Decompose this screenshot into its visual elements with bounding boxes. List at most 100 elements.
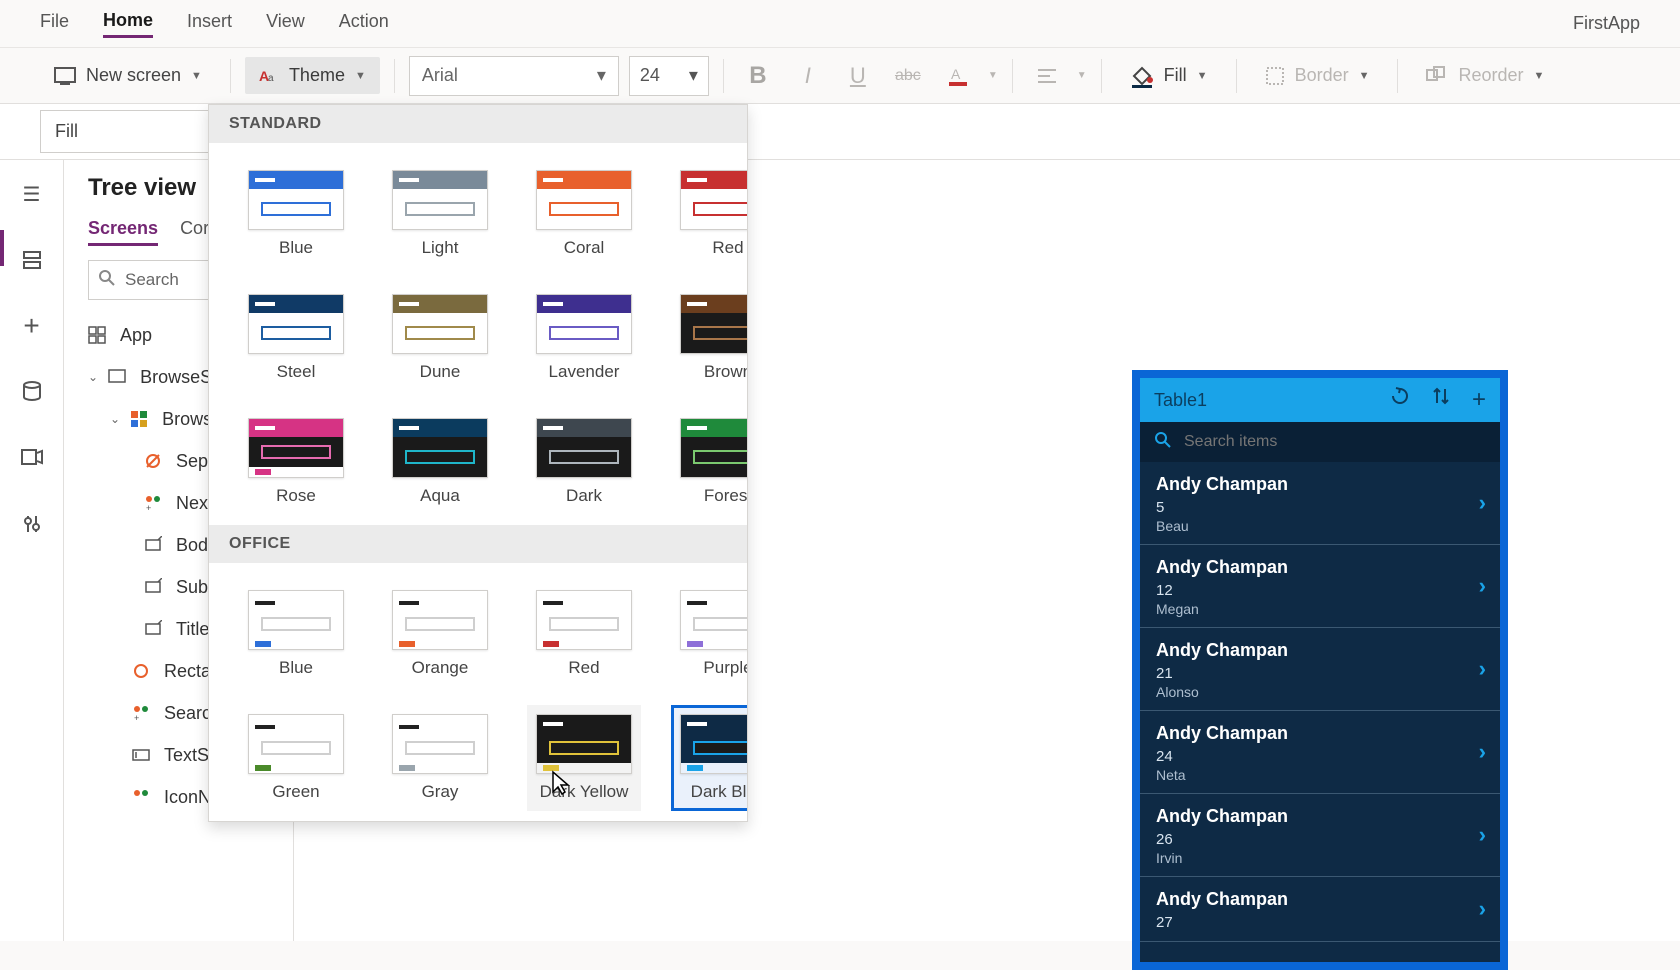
theme-option[interactable]: Steel xyxy=(239,285,353,391)
reorder-icon xyxy=(1426,66,1448,86)
tab-screens[interactable]: Screens xyxy=(88,218,158,246)
align-button[interactable] xyxy=(1027,56,1067,96)
menu-home[interactable]: Home xyxy=(103,10,153,38)
fill-button[interactable]: Fill ▼ xyxy=(1116,56,1222,96)
theme-option[interactable]: Dune xyxy=(383,285,497,391)
chevron-right-icon: › xyxy=(1479,896,1486,922)
underline-button[interactable]: U xyxy=(838,56,878,96)
separator xyxy=(1236,59,1237,93)
tree-item-label: Bod xyxy=(176,535,208,556)
theme-option[interactable]: Red xyxy=(527,581,641,687)
theme-swatch xyxy=(392,418,488,478)
theme-option[interactable]: Red xyxy=(671,161,748,267)
theme-button[interactable]: Aa Theme ▼ xyxy=(245,57,380,94)
data-icon[interactable] xyxy=(0,374,64,410)
preview-row[interactable]: Andy Champan21Alonso› xyxy=(1140,628,1500,711)
theme-option[interactable]: Dark xyxy=(527,409,641,515)
theme-swatch xyxy=(680,590,748,650)
reorder-button[interactable]: Reorder ▼ xyxy=(1412,57,1558,94)
theme-option[interactable]: Rose xyxy=(239,409,353,515)
chevron-down-icon[interactable]: ▼ xyxy=(988,70,998,81)
theme-name: Coral xyxy=(564,238,605,258)
sort-icon[interactable] xyxy=(1432,386,1450,414)
chevron-down-icon[interactable]: ▼ xyxy=(1077,70,1087,81)
font-size-select[interactable]: 24 ▾ xyxy=(629,56,709,96)
theme-swatch xyxy=(536,418,632,478)
tree-view-icon[interactable] xyxy=(0,242,64,278)
theme-option[interactable]: Orange xyxy=(383,581,497,687)
bold-button[interactable]: B xyxy=(738,56,778,96)
preview-header: Table1 + xyxy=(1140,378,1500,422)
chevron-right-icon: › xyxy=(1479,573,1486,599)
theme-name: Dark Blue xyxy=(691,782,748,802)
theme-option[interactable]: Blue xyxy=(239,581,353,687)
media-icon[interactable] xyxy=(0,440,64,476)
menu-file[interactable]: File xyxy=(40,11,69,36)
theme-option[interactable]: Brown xyxy=(671,285,748,391)
add-icon[interactable]: + xyxy=(1472,386,1486,414)
theme-option[interactable]: Green xyxy=(239,705,353,811)
theme-option[interactable]: Gray xyxy=(383,705,497,811)
theme-swatch xyxy=(392,714,488,774)
theme-name: Blue xyxy=(279,238,313,258)
theme-option[interactable]: Aqua xyxy=(383,409,497,515)
row-number: 27 xyxy=(1156,914,1484,931)
row-name: Andy Champan xyxy=(1156,474,1484,495)
svg-text:+: + xyxy=(146,503,151,512)
menu-insert[interactable]: Insert xyxy=(187,11,232,36)
theme-option[interactable]: Blue xyxy=(239,161,353,267)
theme-option[interactable]: Dark Blue xyxy=(671,705,748,811)
theme-section-header: STANDARD xyxy=(209,105,747,143)
theme-name: Gray xyxy=(422,782,459,802)
chevron-right-icon: › xyxy=(1479,822,1486,848)
row-subtitle: Beau xyxy=(1156,518,1484,534)
separator xyxy=(723,59,724,93)
font-size-value: 24 xyxy=(640,65,660,86)
new-screen-button[interactable]: New screen ▼ xyxy=(40,57,216,94)
reorder-label: Reorder xyxy=(1458,65,1523,86)
theme-swatch xyxy=(392,590,488,650)
theme-dropdown: STANDARD Blue Light Coral Red Steel Dune Lavend… xyxy=(208,104,748,822)
menu-action[interactable]: Action xyxy=(339,11,389,36)
theme-swatch xyxy=(680,418,748,478)
theme-option[interactable]: Light xyxy=(383,161,497,267)
preview-row[interactable]: Andy Champan27› xyxy=(1140,877,1500,942)
hamburger-icon[interactable]: ☰ xyxy=(0,176,64,212)
theme-name: Blue xyxy=(279,658,313,678)
tab-components[interactable]: Cor xyxy=(180,218,209,246)
menu-view[interactable]: View xyxy=(266,11,305,36)
border-button[interactable]: Border ▼ xyxy=(1251,57,1384,94)
chevron-down-icon: ▼ xyxy=(355,70,366,82)
row-name: Andy Champan xyxy=(1156,723,1484,744)
row-number: 21 xyxy=(1156,665,1484,682)
insert-icon[interactable]: + xyxy=(0,308,64,344)
font-family-select[interactable]: Arial ▾ xyxy=(409,56,619,96)
theme-option[interactable]: Coral xyxy=(527,161,641,267)
refresh-icon[interactable] xyxy=(1390,386,1410,414)
theme-option[interactable]: Lavender xyxy=(527,285,641,391)
preview-row[interactable]: Andy Champan26Irvin› xyxy=(1140,794,1500,877)
theme-option[interactable]: Forest xyxy=(671,409,748,515)
separator xyxy=(230,59,231,93)
theme-option[interactable]: Purple xyxy=(671,581,748,687)
chevron-down-icon: ▼ xyxy=(191,70,202,82)
theme-icon: Aa xyxy=(259,66,279,86)
preview-search-input[interactable] xyxy=(1184,433,1486,451)
screen-icon xyxy=(108,369,130,385)
tools-icon[interactable] xyxy=(0,506,64,542)
row-number: 24 xyxy=(1156,748,1484,765)
left-rail: ☰ + xyxy=(0,160,64,941)
italic-button[interactable]: I xyxy=(788,56,828,96)
strikethrough-button[interactable]: abc xyxy=(888,56,928,96)
preview-row[interactable]: Andy Champan24Neta› xyxy=(1140,711,1500,794)
font-color-button[interactable]: A xyxy=(938,56,978,96)
theme-grid: Blue Orange Red Purple Green Gray Dark Yellow D… xyxy=(209,563,747,821)
iconnew-icon xyxy=(132,788,154,806)
theme-option[interactable]: Dark Yellow xyxy=(527,705,641,811)
preview-search[interactable] xyxy=(1140,422,1500,462)
theme-swatch xyxy=(536,294,632,354)
chevron-right-icon: › xyxy=(1479,490,1486,516)
preview-row[interactable]: Andy Champan5Beau› xyxy=(1140,462,1500,545)
menu-bar: File Home Insert View Action FirstApp xyxy=(0,0,1680,48)
preview-row[interactable]: Andy Champan12Megan› xyxy=(1140,545,1500,628)
